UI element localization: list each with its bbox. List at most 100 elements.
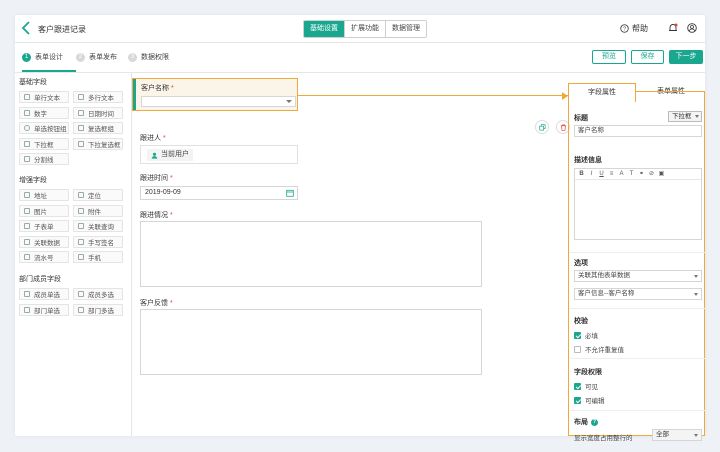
- feedback-textarea[interactable]: [140, 309, 482, 375]
- option-field-dropdown[interactable]: 客户信息--客户名称: [574, 288, 702, 300]
- field-palette: 基础字段 单行文本 多行文本 数字 日期时间 单选按钮组 复选框组 下拉框 下拉…: [15, 73, 132, 436]
- info-icon[interactable]: ?: [591, 418, 598, 426]
- palette-item-number[interactable]: 数字: [19, 107, 69, 119]
- palette-item-divider[interactable]: 分割线: [19, 153, 69, 165]
- member-icon: [24, 291, 30, 297]
- image-icon: [24, 208, 30, 214]
- palette-item-label: 地址: [34, 193, 47, 200]
- palette-item-image[interactable]: 图片: [19, 205, 69, 217]
- palette-item-dept-multi[interactable]: 部门多选: [73, 304, 123, 316]
- font-size-icon[interactable]: T: [627, 170, 636, 179]
- palette-item-dropdown-checkbox[interactable]: 下拉复选框: [73, 138, 123, 150]
- validation-section-label: 校验: [574, 318, 588, 325]
- palette-item-serial-number[interactable]: 流水号: [19, 251, 69, 263]
- follow-status-textarea[interactable]: [140, 221, 482, 287]
- tab-field-properties[interactable]: 字段属性: [568, 83, 636, 102]
- palette-item-single-text[interactable]: 单行文本: [19, 91, 69, 103]
- underline-icon[interactable]: U: [597, 170, 606, 179]
- next-step-button[interactable]: 下一步: [669, 50, 703, 64]
- step-label: 表单设计: [35, 54, 63, 61]
- follower-field[interactable]: 当前用户: [140, 145, 298, 164]
- palette-item-related-query[interactable]: 关联查询: [73, 220, 123, 232]
- no-duplicate-checkbox[interactable]: [574, 345, 581, 353]
- header: 客户跟进记录 基础设置 扩展功能 数据管理 ? 帮助: [15, 15, 705, 43]
- phone-icon: [78, 254, 84, 260]
- copy-field-button[interactable]: [535, 120, 549, 134]
- font-color-icon[interactable]: A: [617, 170, 626, 179]
- palette-item-checkbox-group[interactable]: 复选框组: [73, 122, 123, 134]
- chevron-down-icon: [694, 275, 698, 278]
- visible-checkbox-row[interactable]: 可见: [574, 381, 598, 391]
- editable-checkbox[interactable]: [574, 396, 581, 404]
- tab-extensions[interactable]: 扩展功能: [345, 21, 386, 37]
- subform-icon: [24, 223, 30, 229]
- field-type-dropdown[interactable]: 下拉框: [668, 111, 702, 122]
- bell-icon[interactable]: [668, 23, 678, 33]
- form-canvas: 客户名称 * 跟进人 * 当前用户 跟进时间 * 2019-09-09 跟进情况 * 客…: [132, 73, 570, 436]
- italic-icon[interactable]: I: [587, 170, 596, 179]
- palette-item-label: 单选按钮组: [34, 126, 67, 133]
- chevron-down-icon: [695, 115, 699, 118]
- unlink-icon[interactable]: ⊘: [647, 170, 656, 179]
- palette-item-member-single[interactable]: 成员单选: [19, 288, 69, 300]
- palette-item-multi-text[interactable]: 多行文本: [73, 91, 123, 103]
- user-avatar-icon[interactable]: [687, 23, 697, 33]
- layout-width-dropdown[interactable]: 全部: [652, 429, 702, 441]
- customer-name-dropdown[interactable]: [141, 96, 296, 107]
- active-step-indicator: [22, 70, 76, 72]
- palette-item-label: 手写签名: [88, 240, 114, 247]
- align-icon[interactable]: ≡: [607, 170, 616, 179]
- divider: [570, 252, 705, 253]
- required-checkbox-row[interactable]: 必填: [574, 330, 598, 340]
- palette-item-dropdown[interactable]: 下拉框: [19, 138, 69, 150]
- calendar-icon[interactable]: [286, 189, 294, 197]
- palette-item-datetime[interactable]: 日期时间: [73, 107, 123, 119]
- chevron-down-icon: [286, 100, 292, 103]
- chevron-down-icon: [694, 293, 698, 296]
- current-user-chip: 当前用户: [147, 149, 193, 161]
- palette-item-label: 成员单选: [34, 292, 60, 299]
- description-editor[interactable]: B I U ≡ A T ⚭ ⊘ ▣: [574, 168, 702, 240]
- save-button[interactable]: 保存: [631, 50, 664, 64]
- address-pin-icon: [24, 192, 30, 198]
- palette-item-member-multi[interactable]: 成员多选: [73, 288, 123, 300]
- bold-icon[interactable]: B: [577, 170, 586, 179]
- radio-icon: [24, 125, 30, 131]
- palette-item-signature[interactable]: 手写签名: [73, 236, 123, 248]
- required-mark: *: [163, 135, 166, 142]
- visible-checkbox[interactable]: [574, 382, 581, 390]
- feedback-label: 客户反馈 *: [140, 298, 173, 308]
- option-field-value: 客户信息--客户名称: [578, 290, 635, 297]
- tab-basic-settings[interactable]: 基础设置: [304, 21, 345, 37]
- step-form-design[interactable]: 1 表单设计: [22, 52, 63, 62]
- connector-line: [298, 95, 568, 96]
- step-number: 3: [128, 52, 137, 62]
- title-input[interactable]: 客户名称: [574, 125, 702, 137]
- no-duplicate-checkbox-row[interactable]: 不允许重复值: [574, 344, 624, 354]
- option-source-dropdown[interactable]: 关联其他表单数据: [574, 270, 702, 282]
- palette-item-phone[interactable]: 手机: [73, 251, 123, 263]
- palette-item-attachment[interactable]: 附件: [73, 205, 123, 217]
- selected-field-customer-name[interactable]: 客户名称 *: [132, 78, 298, 111]
- palette-item-location[interactable]: 定位: [73, 189, 123, 201]
- palette-item-radio-group[interactable]: 单选按钮组: [19, 122, 69, 134]
- preview-button[interactable]: 预览: [592, 50, 626, 64]
- required-checkbox[interactable]: [574, 331, 581, 339]
- dropdown-icon: [24, 141, 30, 147]
- palette-item-dept-single[interactable]: 部门单选: [19, 304, 69, 316]
- back-arrow-icon[interactable]: [21, 21, 33, 35]
- image-icon[interactable]: ▣: [657, 170, 666, 179]
- palette-item-subform[interactable]: 子表单: [19, 220, 69, 232]
- follow-time-input[interactable]: 2019-09-09: [140, 186, 298, 200]
- link-icon[interactable]: ⚭: [637, 170, 646, 179]
- tab-data-management[interactable]: 数据管理: [386, 21, 426, 37]
- step-data-permission[interactable]: 3 数据权限: [128, 52, 169, 62]
- title-section-label: 标题: [574, 115, 588, 122]
- step-form-publish[interactable]: 2 表单发布: [76, 52, 117, 62]
- palette-item-related-data[interactable]: 关联数据: [19, 236, 69, 248]
- required-mark: *: [170, 212, 173, 219]
- palette-item-address[interactable]: 地址: [19, 189, 69, 201]
- follow-status-label: 跟进情况 *: [140, 210, 173, 220]
- editable-checkbox-row[interactable]: 可编辑: [574, 395, 605, 405]
- help-button[interactable]: ? 帮助: [620, 23, 648, 34]
